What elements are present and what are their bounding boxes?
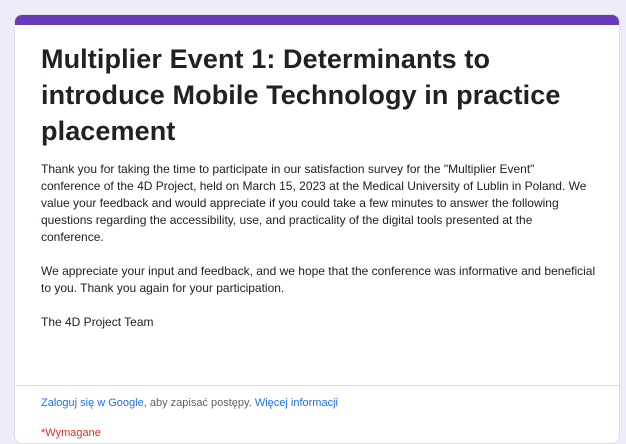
- required-note: *Wymagane: [41, 427, 101, 439]
- description-paragraph-intro: Thank you for taking the time to partici…: [41, 162, 587, 244]
- more-info-link[interactable]: Więcej informacji: [255, 397, 338, 409]
- header-divider: [15, 385, 619, 386]
- form-header-content: Multiplier Event 1: Determinants to intr…: [41, 41, 597, 331]
- description-paragraph-thanks: We appreciate your input and feedback, a…: [41, 264, 596, 295]
- form-header-card: Multiplier Event 1: Determinants to intr…: [14, 14, 620, 444]
- form-description: Thank you for taking the time to partici…: [41, 161, 597, 331]
- description-signature: The 4D Project Team: [41, 315, 154, 329]
- accent-bar: [15, 15, 619, 25]
- google-signin-link[interactable]: Zaloguj się w Google: [41, 397, 144, 409]
- form-title: Multiplier Event 1: Determinants to intr…: [41, 44, 561, 146]
- signin-prompt: Zaloguj się w Google, aby zapisać postęp…: [41, 395, 597, 411]
- form-header-footer: Zaloguj się w Google, aby zapisać postęp…: [41, 395, 597, 441]
- signin-prompt-text: , aby zapisać postępy.: [143, 397, 252, 409]
